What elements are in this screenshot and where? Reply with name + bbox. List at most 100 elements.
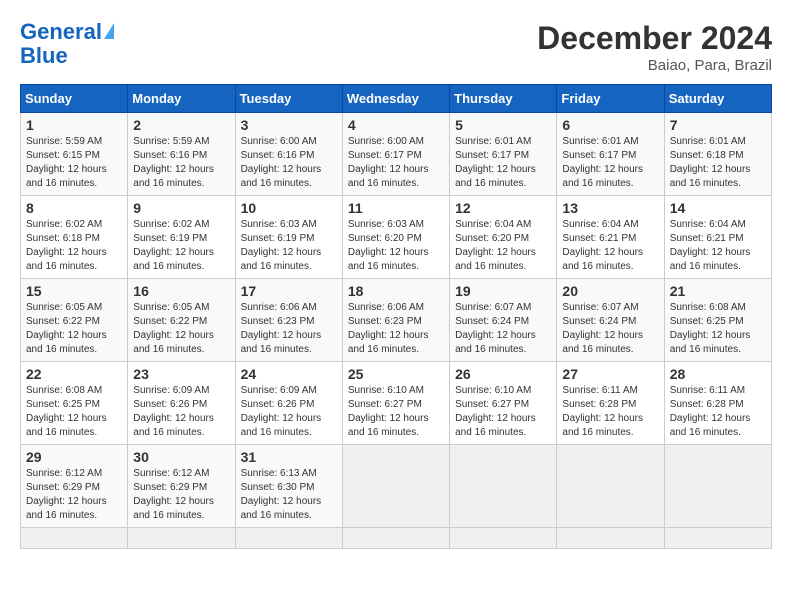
calendar-cell: 13 Sunrise: 6:04 AMSunset: 6:21 PMDaylig…	[557, 196, 664, 279]
day-number: 11	[348, 200, 444, 216]
day-info: Sunrise: 6:09 AMSunset: 6:26 PMDaylight:…	[241, 384, 337, 440]
day-number: 9	[133, 200, 229, 216]
day-info: Sunrise: 6:06 AMSunset: 6:23 PMDaylight:…	[348, 301, 444, 357]
calendar-cell: 22 Sunrise: 6:08 AMSunset: 6:25 PMDaylig…	[21, 362, 128, 445]
day-number: 10	[241, 200, 337, 216]
day-info: Sunrise: 6:08 AMSunset: 6:25 PMDaylight:…	[670, 301, 766, 357]
calendar-row: 22 Sunrise: 6:08 AMSunset: 6:25 PMDaylig…	[21, 362, 772, 445]
col-monday: Monday	[128, 85, 235, 113]
month-title: December 2024	[537, 20, 772, 57]
day-number: 18	[348, 283, 444, 299]
calendar-cell: 10 Sunrise: 6:03 AMSunset: 6:19 PMDaylig…	[235, 196, 342, 279]
day-info: Sunrise: 6:10 AMSunset: 6:27 PMDaylight:…	[455, 384, 551, 440]
calendar-cell	[21, 528, 128, 549]
day-info: Sunrise: 6:11 AMSunset: 6:28 PMDaylight:…	[562, 384, 658, 440]
logo-text-blue: Blue	[20, 44, 68, 68]
day-number: 15	[26, 283, 122, 299]
calendar-cell: 23 Sunrise: 6:09 AMSunset: 6:26 PMDaylig…	[128, 362, 235, 445]
calendar-row	[21, 528, 772, 549]
calendar-cell: 18 Sunrise: 6:06 AMSunset: 6:23 PMDaylig…	[342, 279, 449, 362]
calendar-cell: 6 Sunrise: 6:01 AMSunset: 6:17 PMDayligh…	[557, 113, 664, 196]
calendar-row: 8 Sunrise: 6:02 AMSunset: 6:18 PMDayligh…	[21, 196, 772, 279]
day-info: Sunrise: 6:00 AMSunset: 6:17 PMDaylight:…	[348, 135, 444, 191]
calendar-cell	[342, 445, 449, 528]
day-info: Sunrise: 6:01 AMSunset: 6:17 PMDaylight:…	[455, 135, 551, 191]
day-number: 3	[241, 117, 337, 133]
day-number: 16	[133, 283, 229, 299]
calendar-body: 1 Sunrise: 5:59 AMSunset: 6:15 PMDayligh…	[21, 113, 772, 549]
calendar-cell	[450, 528, 557, 549]
day-info: Sunrise: 5:59 AMSunset: 6:16 PMDaylight:…	[133, 135, 229, 191]
day-number: 22	[26, 366, 122, 382]
day-info: Sunrise: 6:13 AMSunset: 6:30 PMDaylight:…	[241, 467, 337, 523]
day-info: Sunrise: 6:03 AMSunset: 6:20 PMDaylight:…	[348, 218, 444, 274]
day-info: Sunrise: 6:01 AMSunset: 6:18 PMDaylight:…	[670, 135, 766, 191]
day-info: Sunrise: 6:03 AMSunset: 6:19 PMDaylight:…	[241, 218, 337, 274]
logo: General Blue	[20, 20, 114, 68]
calendar-cell: 21 Sunrise: 6:08 AMSunset: 6:25 PMDaylig…	[664, 279, 771, 362]
col-tuesday: Tuesday	[235, 85, 342, 113]
day-number: 6	[562, 117, 658, 133]
day-info: Sunrise: 6:00 AMSunset: 6:16 PMDaylight:…	[241, 135, 337, 191]
day-info: Sunrise: 6:08 AMSunset: 6:25 PMDaylight:…	[26, 384, 122, 440]
day-number: 8	[26, 200, 122, 216]
logo-triangle-icon	[104, 23, 114, 39]
day-info: Sunrise: 6:06 AMSunset: 6:23 PMDaylight:…	[241, 301, 337, 357]
calendar-cell	[235, 528, 342, 549]
day-info: Sunrise: 6:02 AMSunset: 6:19 PMDaylight:…	[133, 218, 229, 274]
calendar-cell	[342, 528, 449, 549]
calendar-cell	[557, 445, 664, 528]
calendar-cell: 8 Sunrise: 6:02 AMSunset: 6:18 PMDayligh…	[21, 196, 128, 279]
day-number: 13	[562, 200, 658, 216]
day-number: 19	[455, 283, 551, 299]
calendar-row: 15 Sunrise: 6:05 AMSunset: 6:22 PMDaylig…	[21, 279, 772, 362]
calendar-cell: 17 Sunrise: 6:06 AMSunset: 6:23 PMDaylig…	[235, 279, 342, 362]
day-number: 20	[562, 283, 658, 299]
day-info: Sunrise: 6:11 AMSunset: 6:28 PMDaylight:…	[670, 384, 766, 440]
day-info: Sunrise: 6:01 AMSunset: 6:17 PMDaylight:…	[562, 135, 658, 191]
calendar-cell: 1 Sunrise: 5:59 AMSunset: 6:15 PMDayligh…	[21, 113, 128, 196]
col-thursday: Thursday	[450, 85, 557, 113]
calendar-cell: 3 Sunrise: 6:00 AMSunset: 6:16 PMDayligh…	[235, 113, 342, 196]
calendar-row: 1 Sunrise: 5:59 AMSunset: 6:15 PMDayligh…	[21, 113, 772, 196]
day-number: 27	[562, 366, 658, 382]
day-number: 29	[26, 449, 122, 465]
day-info: Sunrise: 6:02 AMSunset: 6:18 PMDaylight:…	[26, 218, 122, 274]
day-number: 21	[670, 283, 766, 299]
calendar-cell: 16 Sunrise: 6:05 AMSunset: 6:22 PMDaylig…	[128, 279, 235, 362]
day-number: 25	[348, 366, 444, 382]
calendar-cell	[128, 528, 235, 549]
calendar-cell: 30 Sunrise: 6:12 AMSunset: 6:29 PMDaylig…	[128, 445, 235, 528]
logo-text-general: General	[20, 20, 102, 44]
day-number: 26	[455, 366, 551, 382]
day-info: Sunrise: 6:12 AMSunset: 6:29 PMDaylight:…	[133, 467, 229, 523]
calendar-cell: 12 Sunrise: 6:04 AMSunset: 6:20 PMDaylig…	[450, 196, 557, 279]
day-info: Sunrise: 6:05 AMSunset: 6:22 PMDaylight:…	[133, 301, 229, 357]
day-info: Sunrise: 6:07 AMSunset: 6:24 PMDaylight:…	[455, 301, 551, 357]
calendar-cell: 29 Sunrise: 6:12 AMSunset: 6:29 PMDaylig…	[21, 445, 128, 528]
calendar-cell	[557, 528, 664, 549]
day-info: Sunrise: 6:04 AMSunset: 6:21 PMDaylight:…	[670, 218, 766, 274]
col-friday: Friday	[557, 85, 664, 113]
calendar-cell: 2 Sunrise: 5:59 AMSunset: 6:16 PMDayligh…	[128, 113, 235, 196]
day-number: 17	[241, 283, 337, 299]
calendar-cell: 28 Sunrise: 6:11 AMSunset: 6:28 PMDaylig…	[664, 362, 771, 445]
calendar-row: 29 Sunrise: 6:12 AMSunset: 6:29 PMDaylig…	[21, 445, 772, 528]
calendar-cell: 14 Sunrise: 6:04 AMSunset: 6:21 PMDaylig…	[664, 196, 771, 279]
col-saturday: Saturday	[664, 85, 771, 113]
calendar-cell: 31 Sunrise: 6:13 AMSunset: 6:30 PMDaylig…	[235, 445, 342, 528]
calendar-cell: 26 Sunrise: 6:10 AMSunset: 6:27 PMDaylig…	[450, 362, 557, 445]
title-block: December 2024 Baiao, Para, Brazil	[537, 20, 772, 74]
day-info: Sunrise: 6:10 AMSunset: 6:27 PMDaylight:…	[348, 384, 444, 440]
col-wednesday: Wednesday	[342, 85, 449, 113]
page-header: General Blue December 2024 Baiao, Para, …	[20, 20, 772, 74]
calendar-cell: 24 Sunrise: 6:09 AMSunset: 6:26 PMDaylig…	[235, 362, 342, 445]
calendar-cell: 9 Sunrise: 6:02 AMSunset: 6:19 PMDayligh…	[128, 196, 235, 279]
location-subtitle: Baiao, Para, Brazil	[537, 57, 772, 74]
calendar-cell: 19 Sunrise: 6:07 AMSunset: 6:24 PMDaylig…	[450, 279, 557, 362]
day-number: 30	[133, 449, 229, 465]
calendar-cell: 11 Sunrise: 6:03 AMSunset: 6:20 PMDaylig…	[342, 196, 449, 279]
calendar-cell: 20 Sunrise: 6:07 AMSunset: 6:24 PMDaylig…	[557, 279, 664, 362]
calendar-cell	[664, 528, 771, 549]
day-number: 1	[26, 117, 122, 133]
